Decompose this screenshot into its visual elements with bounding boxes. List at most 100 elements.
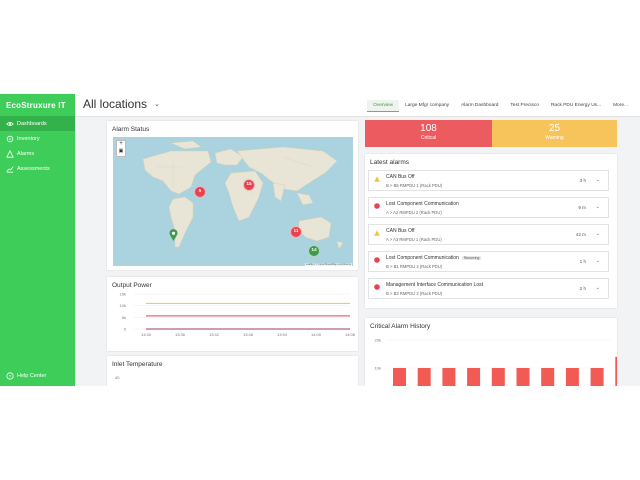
help-center-label: Help Center bbox=[17, 373, 47, 379]
output-power-chart: 15k 10k 5k 0 13:30 13:36 13:42 13:48 13:54 14:00 1… bbox=[120, 292, 356, 338]
sidebar-item-dashboards[interactable]: Dashboards bbox=[0, 116, 75, 131]
y-tick-label: 10k bbox=[120, 303, 126, 308]
alarm-time: 42 m bbox=[575, 232, 586, 237]
top-bar: All locations ⌄ Overview Large Mfgr comp… bbox=[75, 94, 640, 117]
y-tick-label: 10k bbox=[375, 366, 381, 371]
sidebar-item-label: Alarms bbox=[17, 150, 35, 157]
critical-icon bbox=[374, 284, 380, 290]
warning-icon bbox=[374, 230, 380, 236]
brand-logo[interactable]: EcoStruxure IT bbox=[0, 94, 75, 116]
recurring-badge: Recurring bbox=[461, 256, 482, 260]
warning-summary[interactable]: 25 Warning bbox=[492, 120, 617, 147]
alarm-detail: B > B1 RMPDU 2 (Rack PDU) bbox=[386, 264, 443, 269]
map-cluster-marker[interactable]: 15 bbox=[243, 179, 255, 191]
card-title: Latest alarms bbox=[370, 159, 410, 166]
alarm-item[interactable]: CAN Bus Off A > A3 RMPDU 1 (Rack PDU) 42… bbox=[368, 224, 609, 245]
map-zoom-control: + ▣ bbox=[116, 140, 126, 157]
warning-label: Warning bbox=[545, 135, 564, 141]
inlet-temperature-card: Inlet Temperature 40 bbox=[107, 356, 358, 386]
svg-text:?: ? bbox=[9, 374, 12, 380]
alarm-item[interactable]: Lost Component Communication A > A2 RMPD… bbox=[368, 197, 609, 218]
sidebar-item-label: Inventory bbox=[17, 135, 40, 142]
alarm-item[interactable]: CAN Bus Off B > B5 RMPDU 1 (Rack PDU) 3 … bbox=[368, 170, 609, 191]
alarm-title: Lost Component Communication bbox=[386, 255, 459, 261]
chevron-down-icon: ⌄ bbox=[154, 101, 160, 108]
help-center-link[interactable]: ? Help Center bbox=[6, 372, 46, 380]
y-tick-label: 15k bbox=[120, 292, 126, 297]
history-bar bbox=[442, 368, 456, 386]
output-power-card: Output Power 15k 10k 5k 0 13:30 13:36 13:42 13:… bbox=[107, 277, 358, 351]
warning-count: 25 bbox=[548, 123, 561, 134]
alarm-detail: A > A2 RMPDU 2 (Rack PDU) bbox=[386, 210, 442, 215]
critical-icon bbox=[374, 257, 380, 263]
trend-icon bbox=[6, 165, 14, 173]
world-map[interactable]: + ▣ 5 15 11 14 Leaflet | © OpenStreetMap… bbox=[113, 137, 353, 266]
tab-more[interactable]: More... bbox=[607, 100, 634, 112]
x-tick-label: 14:06 bbox=[345, 332, 356, 337]
alarm-detail: A > A3 RMPDU 1 (Rack PDU) bbox=[386, 237, 442, 242]
x-tick-label: 13:48 bbox=[243, 332, 254, 337]
tab-large-mfgr-company[interactable]: Large Mfgr company bbox=[399, 100, 455, 112]
alarm-status-card: Alarm Status + ▣ 5 15 11 14 Leaflet | © … bbox=[107, 121, 358, 270]
map-cluster-marker[interactable]: 5 bbox=[194, 186, 206, 198]
app: EcoStruxure IT Dashboards Inventory Alar… bbox=[0, 94, 640, 386]
card-title: Alarm Status bbox=[112, 126, 150, 133]
chevron-down-icon[interactable]: ⌄ bbox=[596, 231, 600, 237]
fullscreen-icon[interactable]: ▣ bbox=[117, 148, 125, 155]
sidebar: EcoStruxure IT Dashboards Inventory Alar… bbox=[0, 94, 75, 386]
sidebar-item-assessments[interactable]: Assessments bbox=[0, 161, 75, 176]
warning-icon bbox=[374, 176, 380, 182]
x-tick-label: 13:42 bbox=[209, 332, 220, 337]
card-title: Inlet Temperature bbox=[112, 361, 163, 368]
chevron-down-icon[interactable]: ⌄ bbox=[596, 285, 600, 291]
y-tick-label: 20k bbox=[375, 338, 381, 343]
chevron-down-icon[interactable]: ⌄ bbox=[596, 177, 600, 183]
chevron-down-icon[interactable]: ⌄ bbox=[596, 204, 600, 210]
sidebar-item-label: Dashboards bbox=[17, 120, 47, 127]
critical-summary[interactable]: 108 Critical bbox=[365, 120, 492, 147]
alarm-item[interactable]: Lost Component Communication Recurring B … bbox=[368, 251, 609, 272]
critical-count: 108 bbox=[420, 123, 437, 134]
history-bar bbox=[393, 368, 406, 386]
latest-alarms-card: Latest alarms CAN Bus Off B > B5 RMPDU 1… bbox=[365, 154, 617, 308]
help-icon: ? bbox=[6, 372, 14, 380]
alarm-time: 2 h bbox=[579, 286, 586, 291]
zoom-in-button[interactable]: + bbox=[117, 141, 125, 148]
history-bar bbox=[590, 368, 604, 386]
tab-test-precisco[interactable]: Test Precisco bbox=[504, 100, 545, 112]
sidebar-item-label: Assessments bbox=[17, 165, 50, 172]
alarm-title: CAN Bus Off bbox=[386, 228, 415, 234]
chevron-down-icon[interactable]: ⌄ bbox=[596, 258, 600, 264]
critical-label: Critical bbox=[420, 135, 437, 141]
dashboard-tabs: Overview Large Mfgr company Alarm Dashbo… bbox=[367, 100, 634, 112]
tab-overview[interactable]: Overview bbox=[367, 100, 400, 112]
history-bar bbox=[541, 368, 555, 386]
location-selector[interactable]: All locations ⌄ bbox=[83, 97, 160, 111]
y-tick-label: 40 bbox=[115, 375, 120, 380]
eye-icon bbox=[6, 121, 14, 126]
alarm-title-row: Lost Component Communication Recurring bbox=[386, 255, 482, 261]
sidebar-item-inventory[interactable]: Inventory bbox=[0, 131, 75, 146]
alarm-time: 3 h bbox=[579, 178, 586, 183]
map-cluster-marker[interactable]: 14 bbox=[308, 245, 320, 257]
location-label: All locations bbox=[83, 97, 148, 111]
map-attribution: Leaflet | © OpenStreetMap contributors bbox=[304, 263, 352, 266]
tab-alarm-dashboard[interactable]: Alarm Dashboard bbox=[455, 100, 504, 112]
alarm-detail: B > B3 RMPDU 2 (Rack PDU) bbox=[386, 291, 443, 296]
critical-alarm-history-card: Critical Alarm History 20k 10k bbox=[365, 318, 617, 386]
history-bar bbox=[565, 368, 579, 386]
history-bar bbox=[615, 356, 617, 386]
alarm-item[interactable]: Management Interface Communication Lost … bbox=[368, 278, 609, 299]
alarm-title: Lost Component Communication bbox=[386, 201, 459, 207]
y-tick-label: 0 bbox=[124, 327, 127, 332]
alarm-title: Management Interface Communication Lost bbox=[386, 282, 483, 288]
warning-icon bbox=[6, 149, 14, 158]
sidebar-item-alarms[interactable]: Alarms bbox=[0, 146, 75, 161]
x-tick-label: 13:54 bbox=[277, 332, 288, 337]
map-cluster-marker[interactable]: 11 bbox=[290, 226, 302, 238]
history-bar bbox=[417, 368, 431, 386]
alarm-title: CAN Bus Off bbox=[386, 174, 415, 180]
y-tick-label: 5k bbox=[122, 315, 126, 320]
map-location-pin-icon[interactable] bbox=[169, 229, 178, 241]
tab-rack-pdu-energy[interactable]: Rack PDU Energy Us... bbox=[545, 100, 607, 112]
